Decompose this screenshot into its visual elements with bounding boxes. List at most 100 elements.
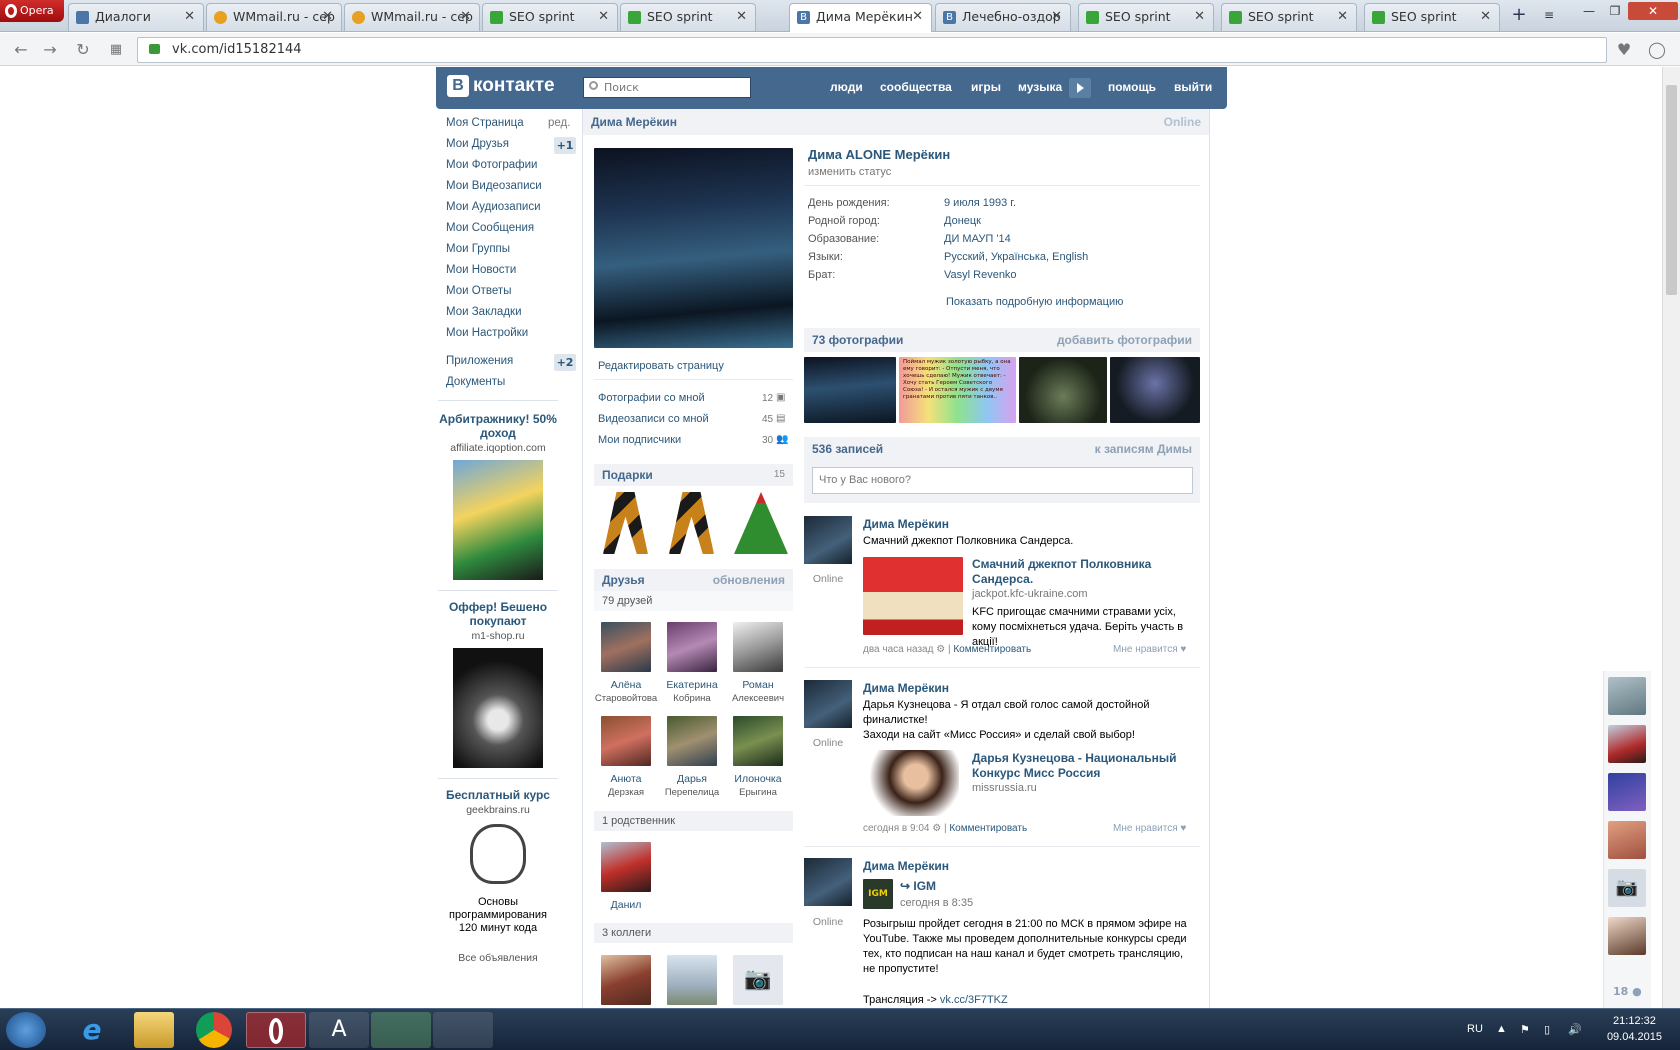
tab[interactable]: WMmail.ru - сер ✕ (344, 3, 480, 31)
ad-block[interactable]: Оффер! Бешено покупают m1-shop.ru (438, 600, 558, 768)
info-value[interactable]: Русский, Українська, English (944, 251, 1088, 263)
show-hidden-icons[interactable]: ▲ (1496, 1023, 1507, 1035)
tab[interactable]: SEO sprint ✕ (482, 3, 618, 31)
url-field[interactable]: vk.com/id15182144 (137, 37, 1607, 63)
tab[interactable]: SEO sprint ✕ (620, 3, 756, 31)
friend-avatar[interactable] (601, 622, 651, 672)
profile-avatar[interactable] (594, 148, 793, 348)
photo-thumb[interactable] (1019, 357, 1107, 423)
media-player-icon[interactable] (371, 1012, 431, 1048)
friend-avatar[interactable] (1608, 773, 1646, 811)
friend-name[interactable]: Илоночка Ерыгина (718, 773, 798, 799)
forward-icon[interactable]: → (39, 39, 61, 61)
edit-page-link[interactable]: Редактировать страницу (598, 360, 724, 372)
ad-block[interactable]: Бесплатный курс geekbrains.ru Основы про… (438, 788, 558, 935)
close-icon[interactable]: ✕ (460, 4, 471, 30)
post-author-avatar[interactable] (804, 680, 852, 728)
friend-avatar[interactable] (733, 716, 783, 766)
colleague-avatar[interactable] (667, 955, 717, 1005)
photos-with-me-link[interactable]: Фотографии со мной (598, 392, 705, 404)
friend-avatar[interactable] (1608, 821, 1646, 859)
ad-block[interactable]: Арбитражнику! 50% доход affiliate.iqopti… (438, 412, 558, 580)
menu-my-audio[interactable]: Мои Аудиозаписи (446, 201, 541, 213)
account-icon[interactable]: ◯ (1646, 39, 1668, 61)
vk-logo[interactable]: Вконтакте (447, 75, 555, 97)
nav-logout[interactable]: выйти (1174, 80, 1212, 94)
post-time[interactable]: два часа назад (863, 644, 933, 655)
friend-avatar[interactable] (667, 716, 717, 766)
photo-thumb[interactable]: Поймал мужик золотую рыбку, а она ему го… (899, 357, 1016, 423)
menu-my-page[interactable]: Моя Страница (446, 117, 524, 129)
kfc-jackpot-image[interactable] (863, 557, 963, 635)
camera-icon[interactable]: 📷 (733, 955, 783, 1005)
tab[interactable]: WMmail.ru - сер ✕ (206, 3, 342, 31)
menu-my-settings[interactable]: Мои Настройки (446, 327, 528, 339)
nav-communities[interactable]: сообщества (880, 80, 952, 94)
info-value[interactable]: 9 июля 1993 г. (944, 197, 1016, 209)
tab[interactable]: В Лечебно-оздор ✕ (935, 3, 1071, 31)
photo-thumb[interactable] (1110, 357, 1200, 423)
stream-link[interactable]: vk.cc/3F7TKZ (940, 994, 1008, 1006)
tab[interactable]: Диалоги ✕ (68, 3, 204, 31)
post-author-avatar[interactable] (804, 516, 852, 564)
post-author-avatar[interactable] (804, 858, 852, 906)
opera-menu-button[interactable]: Opera (0, 0, 64, 22)
info-value[interactable]: Vasyl Revenko (944, 269, 1017, 281)
close-icon[interactable]: ✕ (1480, 4, 1491, 30)
nav-people[interactable]: люди (830, 80, 863, 94)
close-icon[interactable]: ✕ (1337, 4, 1348, 30)
tab[interactable]: SEO sprint ✕ (1221, 3, 1357, 31)
show-more-info-link[interactable]: Показать подробную информацию (946, 296, 1123, 308)
menu-my-groups[interactable]: Мои Группы (446, 243, 510, 255)
menu-my-answers[interactable]: Мои Ответы (446, 285, 511, 297)
friends-badge[interactable]: +1 (554, 137, 576, 154)
close-icon[interactable]: ✕ (1194, 4, 1205, 30)
post-author-name[interactable]: Дима Мерёкин (863, 517, 949, 531)
menu-edit-link[interactable]: ред. (548, 117, 570, 129)
scrollbar-thumb[interactable] (1666, 85, 1677, 295)
search-input[interactable]: Поиск (583, 77, 751, 98)
maximize-icon[interactable]: ❐ (1602, 2, 1628, 20)
file-explorer-icon[interactable] (134, 1012, 174, 1048)
friend-avatar[interactable] (667, 622, 717, 672)
paint-icon[interactable] (433, 1012, 493, 1048)
info-value[interactable]: ДИ МАУП '14 (944, 233, 1011, 245)
clock[interactable]: 21:12:32 09.04.2015 (1607, 1013, 1662, 1045)
menu-my-bookmarks[interactable]: Мои Закладки (446, 306, 522, 318)
new-post-input[interactable]: Что у Вас нового? (812, 467, 1193, 494)
post-time[interactable]: сегодня в 9:04 (863, 823, 929, 834)
friend-avatar[interactable] (1608, 917, 1646, 955)
videos-with-me-link[interactable]: Видеозаписи со мной (598, 413, 709, 425)
post-link-title[interactable]: Дарья Кузнецова - Национальный Конкурс М… (972, 751, 1197, 781)
reload-icon[interactable]: ↻ (72, 39, 94, 61)
friend-name[interactable]: Роман Алексеевич (718, 679, 798, 705)
relative-avatar[interactable] (601, 842, 651, 892)
flag-icon[interactable]: ⚑ (1520, 1023, 1530, 1036)
menu-my-videos[interactable]: Мои Видеозаписи (446, 180, 542, 192)
online-count[interactable]: 18 ● (1613, 985, 1642, 998)
network-icon[interactable]: ▯ (1544, 1023, 1550, 1036)
change-status-link[interactable]: изменить статус (808, 166, 891, 178)
post-link-domain[interactable]: missrussia.ru (972, 782, 1037, 794)
close-icon[interactable]: ✕ (912, 4, 923, 30)
close-icon[interactable]: ✕ (322, 4, 333, 30)
heart-icon[interactable]: ♥ (1613, 39, 1635, 61)
friends-header[interactable]: Друзья обновления (594, 569, 793, 591)
start-button[interactable] (6, 1012, 46, 1048)
tab-active[interactable]: В Дима Мерёкин ✕ (789, 3, 932, 32)
post-link-domain[interactable]: jackpot.kfc-ukraine.com (972, 588, 1088, 600)
opera-taskbar-icon[interactable] (246, 1012, 306, 1048)
subscribers-link[interactable]: Мои подписчики (598, 434, 681, 446)
app-icon[interactable]: A (309, 1012, 369, 1048)
repost-time[interactable]: сегодня в 8:35 (900, 897, 973, 909)
photo-thumb[interactable] (804, 357, 896, 423)
tab-menu-icon[interactable]: ≡ (1536, 6, 1562, 24)
like-button[interactable]: Мне нравится ♥ (1113, 644, 1662, 655)
close-window-icon[interactable]: ✕ (1628, 2, 1678, 20)
info-value[interactable]: Донецк (944, 215, 981, 227)
language-indicator[interactable]: RU (1467, 1023, 1483, 1035)
internet-explorer-icon[interactable]: e (64, 1012, 120, 1048)
nav-music[interactable]: музыка (1018, 80, 1062, 94)
ad-title[interactable]: Бесплатный курс (438, 788, 558, 802)
friend-avatar[interactable] (733, 622, 783, 672)
